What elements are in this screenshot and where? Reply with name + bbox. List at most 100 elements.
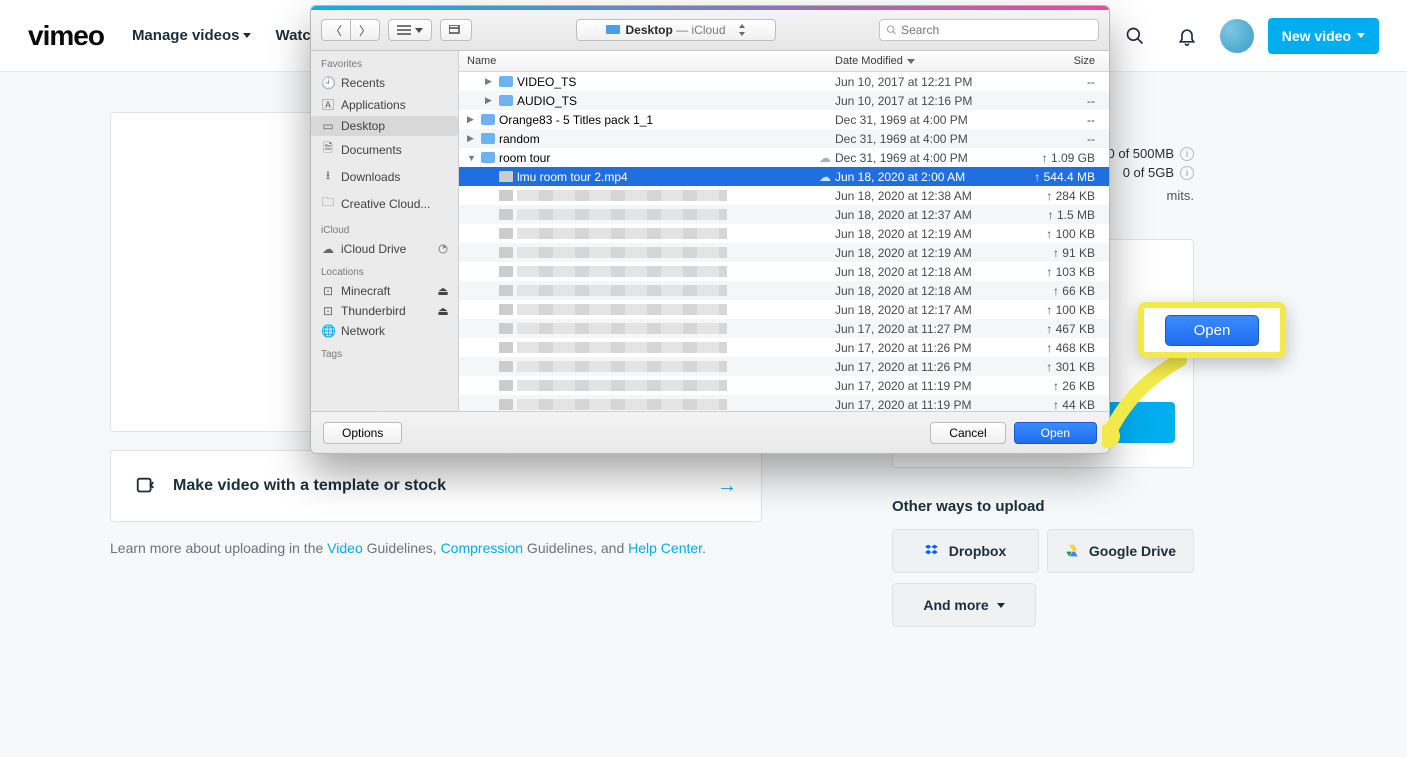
link-help-center[interactable]: Help Center	[628, 540, 702, 556]
file-row[interactable]: lmu room tour 2.mp4☁Jun 18, 2020 at 2:00…	[459, 167, 1109, 186]
vimeo-logo[interactable]: vimeo	[28, 20, 104, 52]
sidebar-item-desktop[interactable]: ▭Desktop	[311, 116, 458, 136]
file-icon	[499, 323, 513, 334]
other-ways-section: Other ways to upload Dropbox Google Driv…	[892, 498, 1194, 627]
eject-icon[interactable]: ⏏	[438, 286, 448, 296]
sidebar-item-icloud-drive[interactable]: ☁iCloud Drive	[311, 239, 458, 259]
file-icon	[499, 190, 513, 201]
desktop-icon: ▭	[321, 119, 335, 133]
upload-dropbox-button[interactable]: Dropbox	[892, 529, 1039, 573]
folder-icon	[499, 76, 513, 87]
dropbox-icon	[925, 543, 941, 559]
file-row[interactable]: Jun 17, 2020 at 11:26 PM↑ 468 KB	[459, 338, 1109, 357]
file-size: --	[1013, 132, 1109, 146]
sidebar-item-applications[interactable]: 🄰Applications	[311, 93, 458, 116]
file-row[interactable]: Jun 17, 2020 at 11:27 PM↑ 467 KB	[459, 319, 1109, 338]
sidebar-item-thunderbird[interactable]: ⊡Thunderbird⏏	[311, 301, 458, 321]
file-row[interactable]: Jun 17, 2020 at 11:26 PM↑ 301 KB	[459, 357, 1109, 376]
file-icon	[499, 380, 513, 391]
open-button[interactable]: Open	[1014, 422, 1097, 444]
file-date: Jun 18, 2020 at 12:19 AM	[835, 227, 1013, 241]
sidebar-item-network[interactable]: 🌐Network	[311, 321, 458, 341]
search-input[interactable]	[901, 23, 1092, 37]
network-icon: 🌐	[321, 324, 335, 338]
col-name[interactable]: Name	[459, 55, 835, 67]
file-size: ↑ 91 KB	[1013, 246, 1109, 260]
options-button[interactable]: Options	[323, 422, 402, 444]
header-nav: Manage videos Watc	[132, 27, 311, 44]
file-row[interactable]: Jun 17, 2020 at 11:19 PM↑ 44 KB	[459, 395, 1109, 411]
column-headers: Name Date Modified Size	[459, 51, 1109, 72]
search-button[interactable]	[1116, 17, 1154, 55]
redacted-filename	[517, 304, 727, 315]
file-row[interactable]: ▼room tour☁Dec 31, 1969 at 4:00 PM↑ 1.09…	[459, 148, 1109, 167]
file-date: Jun 18, 2020 at 2:00 AM	[835, 170, 1013, 184]
group-button[interactable]	[440, 19, 472, 41]
gdrive-label: Google Drive	[1089, 543, 1176, 559]
new-video-button[interactable]: New video	[1268, 18, 1379, 54]
disclosure-triangle-icon[interactable]: ▶	[467, 114, 477, 125]
dialog-footer: Options Cancel Open	[311, 411, 1109, 453]
dialog-toolbar: 〈 〉 Desktop — iCloud	[311, 10, 1109, 51]
col-size[interactable]: Size	[1013, 55, 1109, 67]
file-row[interactable]: ▶AUDIO_TSJun 10, 2017 at 12:16 PM--	[459, 91, 1109, 110]
nav-watch[interactable]: Watc	[275, 27, 310, 44]
view-mode-button[interactable]	[388, 19, 432, 41]
file-row[interactable]: Jun 18, 2020 at 12:19 AM↑ 100 KB	[459, 224, 1109, 243]
nav-manage-videos[interactable]: Manage videos	[132, 27, 252, 44]
file-row[interactable]: ▶Orange83 - 5 Titles pack 1_1Dec 31, 196…	[459, 110, 1109, 129]
file-icon	[499, 361, 513, 372]
cancel-button[interactable]: Cancel	[930, 422, 1005, 444]
file-name: VIDEO_TS	[517, 75, 576, 89]
desktop-icon	[606, 25, 620, 35]
file-rows[interactable]: ▶VIDEO_TSJun 10, 2017 at 12:21 PM--▶AUDI…	[459, 72, 1109, 411]
sidebar-item-creative-cloud[interactable]: 🗀Creative Cloud...	[311, 190, 458, 217]
upload-more-button[interactable]: And more	[892, 583, 1036, 627]
info-icon[interactable]: i	[1180, 166, 1194, 180]
sidebar-item-documents[interactable]: 🗎Documents	[311, 136, 458, 163]
file-row[interactable]: Jun 18, 2020 at 12:17 AM↑ 100 KB	[459, 300, 1109, 319]
dialog-sidebar: Favorites 🕘Recents 🄰Applications ▭Deskto…	[311, 51, 459, 411]
file-size: ↑ 1.5 MB	[1013, 208, 1109, 222]
back-button[interactable]: 〈	[321, 19, 350, 41]
sidebar-item-downloads[interactable]: ⭳Downloads	[311, 163, 458, 190]
file-date: Jun 18, 2020 at 12:18 AM	[835, 265, 1013, 279]
file-row[interactable]: Jun 18, 2020 at 12:37 AM↑ 1.5 MB	[459, 205, 1109, 224]
sidebar-item-recents[interactable]: 🕘Recents	[311, 73, 458, 93]
file-icon	[499, 266, 513, 277]
avatar[interactable]	[1220, 19, 1254, 53]
disclosure-triangle-icon[interactable]: ▶	[467, 133, 477, 144]
file-icon	[499, 171, 513, 182]
file-row[interactable]: ▶randomDec 31, 1969 at 4:00 PM--	[459, 129, 1109, 148]
progress-pie-icon	[438, 244, 448, 254]
disclosure-triangle-icon[interactable]: ▼	[467, 153, 477, 163]
sidebar-item-minecraft[interactable]: ⊡Minecraft⏏	[311, 281, 458, 301]
make-video-template-button[interactable]: Make video with a template or stock →	[110, 450, 762, 522]
disclosure-triangle-icon[interactable]: ▶	[485, 76, 495, 87]
file-row[interactable]: Jun 18, 2020 at 12:38 AM↑ 284 KB	[459, 186, 1109, 205]
location-dropdown[interactable]: Desktop — iCloud	[576, 19, 776, 41]
arrow-right-icon: →	[717, 475, 737, 498]
file-row[interactable]: Jun 17, 2020 at 11:19 PM↑ 26 KB	[459, 376, 1109, 395]
link-video-guidelines[interactable]: Video	[327, 540, 363, 556]
file-size: --	[1013, 113, 1109, 127]
eject-icon[interactable]: ⏏	[438, 306, 448, 316]
upload-gdrive-button[interactable]: Google Drive	[1047, 529, 1194, 573]
search-field[interactable]	[879, 19, 1099, 41]
notifications-button[interactable]	[1168, 17, 1206, 55]
info-icon[interactable]: i	[1180, 147, 1194, 161]
file-row[interactable]: ▶VIDEO_TSJun 10, 2017 at 12:21 PM--	[459, 72, 1109, 91]
file-date: Jun 10, 2017 at 12:16 PM	[835, 94, 1013, 108]
col-date[interactable]: Date Modified	[835, 55, 1013, 67]
location-primary: Desktop	[626, 23, 673, 37]
file-row[interactable]: Jun 18, 2020 at 12:19 AM↑ 91 KB	[459, 243, 1109, 262]
disclosure-triangle-icon[interactable]: ▶	[485, 95, 495, 106]
dropbox-label: Dropbox	[949, 543, 1007, 559]
file-row[interactable]: Jun 18, 2020 at 12:18 AM↑ 103 KB	[459, 262, 1109, 281]
forward-button[interactable]: 〉	[350, 19, 380, 41]
file-name: Orange83 - 5 Titles pack 1_1	[499, 113, 653, 127]
sidebar-head-icloud: iCloud	[311, 217, 458, 239]
file-row[interactable]: Jun 18, 2020 at 12:18 AM↑ 66 KB	[459, 281, 1109, 300]
link-compression-guidelines[interactable]: Compression	[441, 540, 523, 556]
cloud-icon: ☁	[819, 170, 835, 184]
